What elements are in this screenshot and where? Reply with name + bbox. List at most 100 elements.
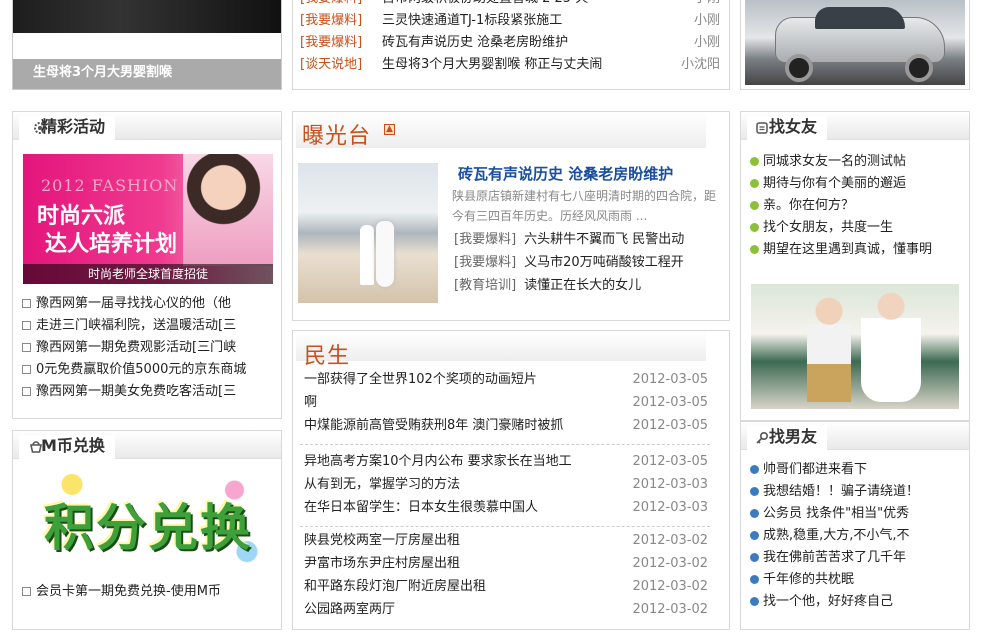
boyfriend-list-item-text[interactable]: 我想结婚！！骗子请绕道！ [763, 484, 919, 499]
livelihood-row-title[interactable]: 中煤能源前高管受贿获刑8年 澳门豪赌时被抓 [304, 418, 563, 433]
boyfriend-list-item[interactable]: 千年修的共枕眠 [750, 569, 964, 591]
livelihood-row-title[interactable]: 公园路两室两厅 [304, 602, 395, 617]
exposure-photo[interactable] [298, 163, 438, 303]
top-news-author[interactable]: 小沈阳 [681, 54, 720, 76]
livelihood-row[interactable]: 从有到无，掌握学习的方法 2012-03-03 [304, 474, 708, 496]
top-news-row[interactable]: [我要爆料] 三灵快速通道TJ-1标段紧张施工 小刚 [300, 10, 720, 32]
events-list-item[interactable]: 豫西网第一期免费观影活动[三门峡 [22, 337, 272, 359]
boyfriend-list-item[interactable]: 帅哥们都进来看下 [750, 459, 964, 481]
livelihood-row[interactable]: 和平路东段灯泡厂附近房屋出租 2012-03-02 [304, 576, 708, 598]
boyfriend-list-item-text[interactable]: 找一个他，好好疼自己 [763, 594, 893, 609]
events-list-item[interactable]: 豫西网第一期美女免费吃客活动[三 [22, 381, 272, 403]
top-left-caption[interactable]: 生母将3个月大男婴割喉 [13, 59, 281, 89]
circle-arrow-bullet-icon [750, 201, 759, 210]
top-right-car[interactable] [740, 0, 970, 90]
girlfriend-list-item-text[interactable]: 期待与你有个美丽的邂逅 [763, 176, 906, 191]
top-news-title[interactable]: 三灵快速通道TJ-1标段紧张施工 [382, 10, 562, 32]
exposure-item-category[interactable]: [教育培训] [454, 278, 516, 293]
top-news-category[interactable]: [我要爆料] [300, 13, 362, 28]
girlfriend-list-item-text[interactable]: 找个女朋友，共度一生 [763, 220, 893, 235]
livelihood-row[interactable]: 尹富市场东尹庄村房屋出租 2012-03-02 [304, 553, 708, 575]
boyfriend-list-item-text[interactable]: 成熟,稳重,大方,不小气,不 [763, 528, 910, 543]
boyfriend-list-item-text[interactable]: 我在佛前苦苦求了几千年 [763, 550, 906, 565]
car-windshield-shape [815, 7, 905, 29]
livelihood-row-title[interactable]: 一部获得了全世界102个奖项的动画短片 [304, 372, 537, 387]
livelihood-row[interactable]: 一部获得了全世界102个奖项的动画短片 2012-03-05 [304, 369, 708, 391]
top-news-title[interactable]: 砖瓦有声说历史 沧桑老房盼维护 [382, 32, 568, 54]
car-image[interactable] [745, 0, 965, 85]
boyfriend-list-item[interactable]: 我想结婚！！骗子请绕道！ [750, 481, 964, 503]
square-bullet-icon [22, 387, 31, 396]
livelihood-row-title[interactable]: 尹富市场东尹庄村房屋出租 [304, 556, 460, 571]
mcoin-banner[interactable]: 积分兑换 [22, 462, 272, 574]
boyfriend-list-item-text[interactable]: 千年修的共枕眠 [763, 572, 854, 587]
top-news-category[interactable]: [我要爆料] [300, 0, 362, 6]
boyfriend-list-item[interactable]: 找一个他，好好疼自己 [750, 591, 964, 613]
exposure-item-text[interactable]: 读懂正在长大的女儿 [524, 278, 641, 293]
girlfriend-list-item[interactable]: 期待与你有个美丽的邂逅 [750, 173, 964, 195]
girlfriend-list-item[interactable]: 亲。你在何方？ [750, 195, 964, 217]
events-list-item[interactable]: 走进三门峡福利院，送温暖活动[三 [22, 315, 272, 337]
exposure-item-text[interactable]: 义马市20万吨硝酸铵工程开 [524, 255, 684, 270]
top-news-row[interactable]: [谈天说地] 生母将3个月大男婴割喉 称正与丈夫闹 小沈阳 [300, 54, 720, 76]
girlfriend-list-item[interactable]: 同城求女友一名的测试帖 [750, 151, 964, 173]
mcoin-list-item[interactable]: 会员卡第一期免费兑换-使用M币 [22, 581, 272, 603]
top-news-author[interactable]: 小刚 [694, 10, 720, 32]
top-news-title[interactable]: 生母将3个月大男婴割喉 称正与丈夫闹 [382, 54, 602, 76]
girlfriend-list-item-text[interactable]: 亲。你在何方？ [763, 198, 854, 213]
top-news-author[interactable]: 小刚 [694, 32, 720, 54]
exposure-headline[interactable]: 砖瓦有声说历史 沧桑老房盼维护 [458, 163, 720, 184]
top-left-image[interactable] [13, 0, 281, 33]
events-banner[interactable]: 2012 FASHION 时尚六派 达人培养计划 时尚老师全球首度招徒 [23, 154, 273, 284]
livelihood-row-title[interactable]: 和平路东段灯泡厂附近房屋出租 [304, 579, 486, 594]
mcoin-item-text[interactable]: 会员卡第一期免费兑换-使用M币 [36, 584, 221, 599]
top-left-photo[interactable]: 生母将3个月大男婴割喉 [12, 0, 282, 90]
livelihood-row-title[interactable]: 在华日本留学生：日本女生很羡慕中国人 [304, 500, 538, 515]
car-wheel-icon [905, 54, 933, 82]
top-news-author[interactable]: 小刚 [694, 0, 720, 10]
livelihood-row[interactable]: 啊 2012-03-05 [304, 392, 708, 414]
exposure-item-text[interactable]: 六头耕牛不翼而飞 民警出动 [524, 232, 684, 247]
livelihood-row[interactable]: 在华日本留学生：日本女生很羡慕中国人 2012-03-03 [304, 497, 708, 519]
events-list-item[interactable]: 豫西网第一届寻找找心仪的他（他 [22, 293, 272, 315]
top-news-row[interactable]: [我要爆料] 首市两级积极协助处置普城 2 25 火 小刚 [300, 0, 720, 10]
livelihood-row-title[interactable]: 从有到无，掌握学习的方法 [304, 477, 460, 492]
girlfriend-list-item-text[interactable]: 期望在这里遇到真诚，懂事明 [763, 242, 932, 257]
top-news-category[interactable]: [谈天说地] [300, 57, 362, 72]
events-item-text[interactable]: 豫西网第一届寻找找心仪的他（他 [36, 296, 231, 311]
girlfriend-list-item-text[interactable]: 同城求女友一名的测试帖 [763, 154, 906, 169]
livelihood-row[interactable]: 异地高考方案10个月内公布 要求家长在当地工 2012-03-05 [304, 451, 708, 473]
exposure-item-category[interactable]: [我要爆料] [454, 232, 516, 247]
events-item-text[interactable]: 0元免费赢取价值5000元的京东商城 [36, 362, 246, 377]
exposure-list-item[interactable]: [我要爆料] 义马市20万吨硝酸铵工程开 [454, 252, 720, 274]
livelihood-row[interactable]: 中煤能源前高管受贿获刑8年 澳门豪赌时被抓 2012-03-05 [304, 415, 708, 437]
livelihood-title[interactable]: 民生 [304, 338, 350, 370]
top-news-category[interactable]: [我要爆料] [300, 35, 362, 50]
boyfriend-list-item[interactable]: 我在佛前苦苦求了几千年 [750, 547, 964, 569]
boyfriend-list-item-text[interactable]: 帅哥们都进来看下 [763, 462, 867, 477]
top-news-row[interactable]: [我要爆料] 砖瓦有声说历史 沧桑老房盼维护 小刚 [300, 32, 720, 54]
events-item-text[interactable]: 豫西网第一期美女免费吃客活动[三 [36, 384, 236, 399]
events-item-text[interactable]: 豫西网第一期免费观影活动[三门峡 [36, 340, 236, 355]
top-news-title[interactable]: 首市两级积极协助处置普城 2 25 火 [382, 0, 588, 10]
boyfriend-list-item[interactable]: 成熟,稳重,大方,不小气,不 [750, 525, 964, 547]
livelihood-row[interactable]: 公园路两室两厅 2012-03-02 [304, 599, 708, 621]
events-list-item[interactable]: 0元免费赢取价值5000元的京东商城 [22, 359, 272, 381]
girlfriend-list-item[interactable]: 期望在这里遇到真诚，懂事明 [750, 239, 964, 261]
girlfriend-list-item[interactable]: 找个女朋友，共度一生 [750, 217, 964, 239]
events-banner-caption[interactable]: 时尚老师全球首度招徒 [23, 264, 273, 284]
livelihood-row-date: 2012-03-05 [632, 372, 708, 387]
exposure-list-item[interactable]: [我要爆料] 六头耕牛不翼而飞 民警出动 [454, 229, 720, 251]
exposure-list-item[interactable]: [教育培训] 读懂正在长大的女儿 [454, 275, 720, 297]
exposure-title[interactable]: 曝光台 [302, 118, 371, 150]
circle-arrow-bullet-icon [750, 597, 759, 606]
events-item-text[interactable]: 走进三门峡福利院，送温暖活动[三 [36, 318, 236, 333]
livelihood-row-title[interactable]: 异地高考方案10个月内公布 要求家长在当地工 [304, 454, 572, 469]
boyfriend-list-item[interactable]: 公务员 找条件"相当"优秀 [750, 503, 964, 525]
livelihood-row-title[interactable]: 陕县党校两室一厅房屋出租 [304, 533, 460, 548]
boyfriend-list-item-text[interactable]: 公务员 找条件"相当"优秀 [763, 506, 909, 521]
couple-photo[interactable] [751, 284, 959, 409]
livelihood-row[interactable]: 陕县党校两室一厅房屋出租 2012-03-02 [304, 530, 708, 552]
livelihood-row-title[interactable]: 啊 [304, 395, 317, 410]
exposure-item-category[interactable]: [我要爆料] [454, 255, 516, 270]
